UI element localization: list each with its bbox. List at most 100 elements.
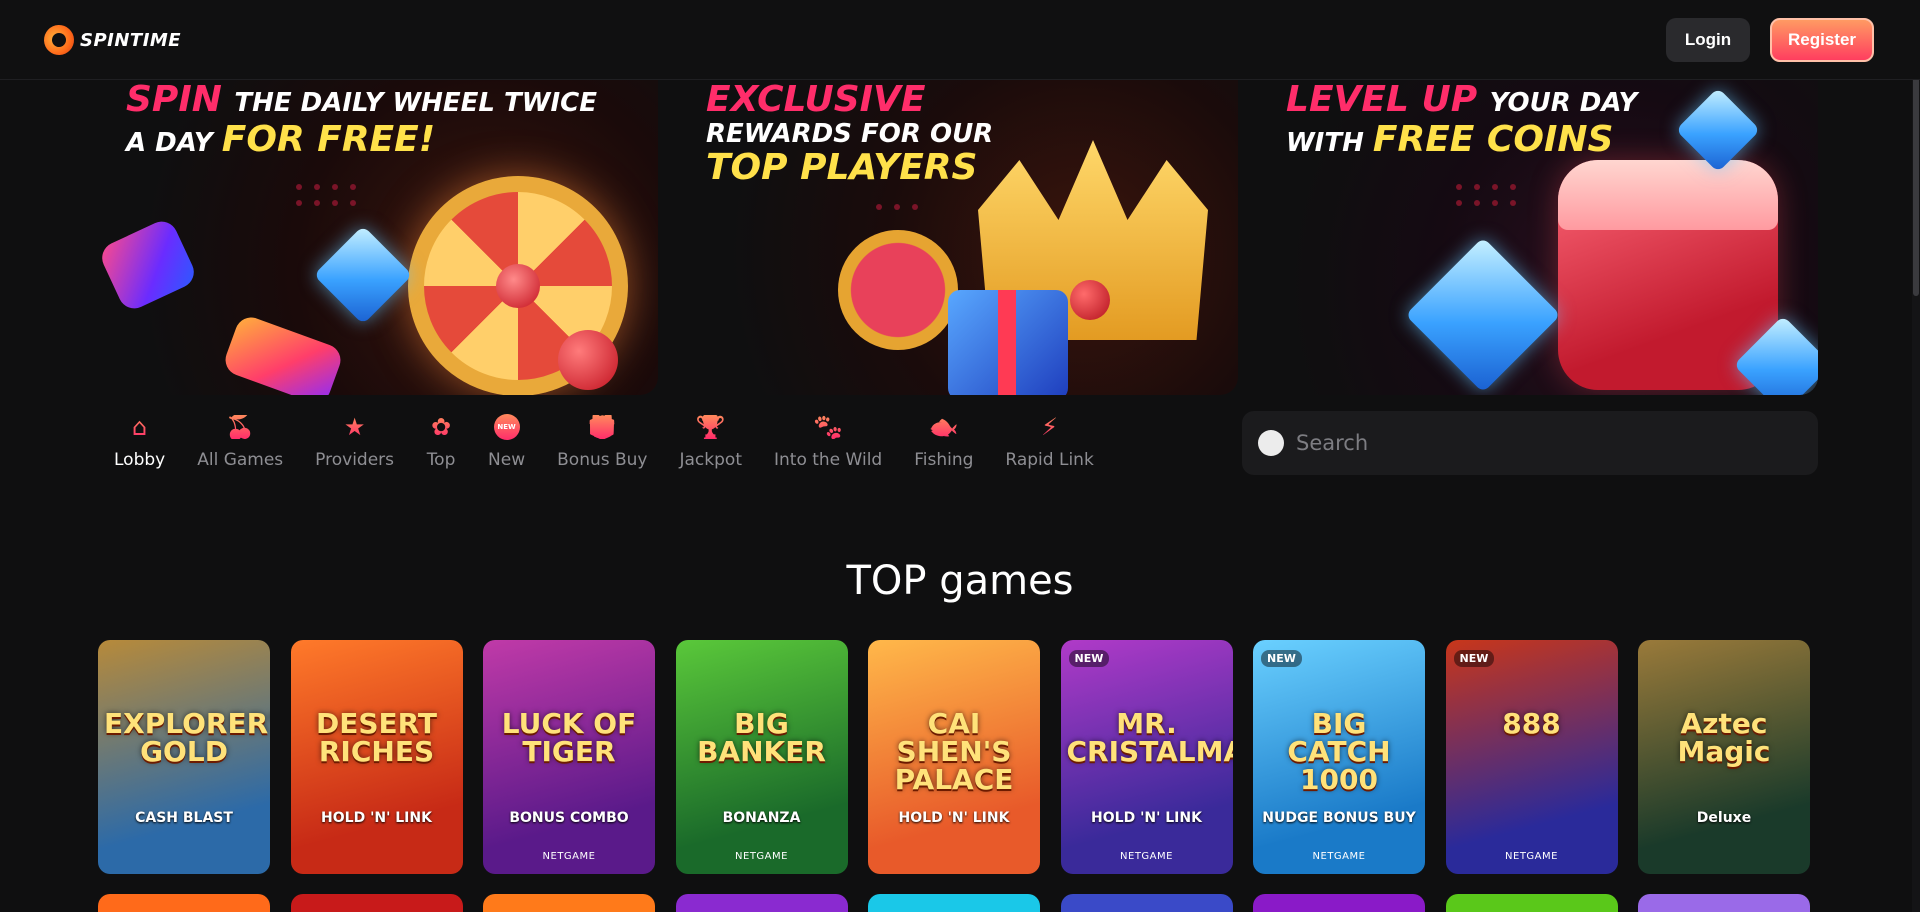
- game-card[interactable]: [1060, 894, 1233, 912]
- cherry-image: [558, 330, 618, 390]
- game-card[interactable]: [1638, 894, 1810, 912]
- banner-headline-line: WITH FREE COINS: [1286, 118, 1637, 160]
- login-button[interactable]: Login: [1666, 18, 1750, 62]
- game-title: 888: [1502, 707, 1561, 740]
- decor-dots: [296, 184, 356, 206]
- banner-headline-line: EXCLUSIVE: [706, 80, 993, 120]
- wheel-hub-image: [496, 264, 540, 308]
- banner-headline-text: WITH: [1286, 127, 1373, 158]
- game-title: BIG CATCH 1000: [1287, 707, 1391, 796]
- category-jackpot[interactable]: 🏆 Jackpot: [664, 408, 758, 474]
- search-bar[interactable]: [1242, 411, 1818, 475]
- game-title: Aztec Magic: [1677, 707, 1771, 768]
- category-glyph: ✿: [430, 413, 452, 441]
- scrollbar-track[interactable]: [1912, 0, 1920, 912]
- calendar-top-image: [1558, 160, 1778, 230]
- cherries-icon: 🍒: [225, 412, 255, 442]
- banner-headline-line: LEVEL UP YOUR DAY: [1286, 80, 1637, 120]
- star-icon: ★: [340, 412, 370, 442]
- game-card[interactable]: Aztec Magic Deluxe: [1638, 640, 1810, 874]
- category-top[interactable]: ✿ Top: [410, 408, 472, 474]
- banner-headline: SPIN THE DAILY WHEEL TWICE A DAY FOR FREE…: [126, 80, 597, 159]
- category-glyph: 🐾: [813, 413, 844, 441]
- category-into-the-wild[interactable]: 🐾 Into the Wild: [758, 408, 898, 474]
- game-provider: NETGAME: [735, 851, 788, 862]
- game-title: EXPLORER'S GOLD: [104, 707, 270, 768]
- diamond-image: [313, 225, 413, 325]
- banner-headline-line: A DAY FOR FREE!: [126, 119, 597, 160]
- category-label: Top: [426, 450, 456, 470]
- game-card[interactable]: LUCK OF TIGER BONUS COMBO NETGAME: [483, 640, 655, 874]
- game-provider: NETGAME: [1505, 851, 1558, 862]
- game-subtitle: HOLD 'N' LINK: [321, 810, 432, 826]
- promo-banner-top-players[interactable]: EXCLUSIVE REWARDS FOR OUR TOP PLAYERS: [678, 80, 1238, 395]
- category-lobby[interactable]: ⌂ Lobby: [98, 408, 181, 474]
- top-header: SPINTIME Login Register: [0, 0, 1920, 80]
- category-bonus-buy[interactable]: 🎁 Bonus Buy: [541, 408, 663, 474]
- game-subtitle: CASH BLAST: [135, 810, 233, 826]
- diamond-image: [1405, 237, 1561, 393]
- game-card[interactable]: [1445, 894, 1618, 912]
- category-label: All Games: [197, 450, 284, 470]
- category-glyph: 🏆: [695, 413, 726, 441]
- category-rapid-link[interactable]: ⚡ Rapid Link: [989, 408, 1109, 474]
- game-card[interactable]: 888 NETGAME NEW: [1445, 640, 1618, 874]
- category-label: Lobby: [114, 450, 166, 470]
- banner-headline-text: THE DAILY WHEEL TWICE: [234, 88, 597, 118]
- game-card[interactable]: [675, 894, 848, 912]
- category-label: Providers: [315, 450, 395, 470]
- new-badge-icon: NEW: [492, 412, 522, 442]
- watch-image: [838, 230, 958, 350]
- game-provider: NETGAME: [542, 851, 596, 862]
- promo-banner-daily-wheel[interactable]: SPIN THE DAILY WHEEL TWICE A DAY FOR FREE…: [98, 80, 658, 395]
- category-all-games[interactable]: 🍒 All Games: [181, 408, 299, 474]
- promo-banner-free-coins[interactable]: LEVEL UP YOUR DAY WITH FREE COINS: [1258, 80, 1818, 395]
- game-title: CAI SHEN'S PALACE: [894, 707, 1014, 796]
- game-provider: NETGAME: [1312, 851, 1366, 862]
- category-nav: ⌂ Lobby 🍒 All Games ★ Providers ✿ Top NEW New 🎁 Bon…: [98, 408, 1110, 474]
- banner-headline-text: REWARDS FOR OUR: [706, 118, 994, 149]
- banner-headline-text: FREE COINS: [1372, 118, 1614, 160]
- category-fishing[interactable]: 🐟 Fishing: [898, 408, 989, 474]
- banner-headline-text: EXCLUSIVE: [706, 80, 926, 120]
- banner-headline: EXCLUSIVE REWARDS FOR OUR TOP PLAYERS: [706, 80, 993, 188]
- category-glyph: ⚡: [1041, 413, 1059, 441]
- logo-text: SPINTIME: [80, 29, 182, 51]
- banner-headline-text: A DAY: [126, 127, 222, 158]
- new-badge: NEW: [1261, 650, 1302, 667]
- banner-headline-line: SPIN THE DAILY WHEEL TWICE: [126, 80, 597, 120]
- game-subtitle: NUDGE BONUS BUY: [1262, 810, 1416, 826]
- game-card[interactable]: EXPLORER'S GOLD CASH BLAST: [98, 640, 270, 874]
- game-card[interactable]: [290, 894, 463, 912]
- game-card[interactable]: [98, 894, 270, 912]
- game-card[interactable]: [868, 894, 1040, 912]
- category-new[interactable]: NEW New: [472, 408, 541, 474]
- game-card[interactable]: [1253, 894, 1425, 912]
- banner-headline: LEVEL UP YOUR DAY WITH FREE COINS: [1286, 80, 1637, 159]
- promo-banners: SPIN THE DAILY WHEEL TWICE A DAY FOR FREE…: [98, 80, 1818, 395]
- game-subtitle: BONANZA: [722, 810, 801, 826]
- banner-headline-line: REWARDS FOR OUR: [706, 118, 994, 149]
- category-glyph: ⌂: [131, 413, 148, 441]
- search-icon: [1258, 430, 1284, 456]
- category-providers[interactable]: ★ Providers: [299, 408, 410, 474]
- candy-image: [221, 312, 345, 395]
- game-card[interactable]: BIG BANKER BONANZA NETGAME: [675, 640, 848, 874]
- game-title: LUCK OF TIGER: [501, 707, 637, 768]
- category-label: Rapid Link: [1005, 450, 1094, 470]
- banner-headline-text: LEVEL UP: [1286, 80, 1490, 120]
- banner-headline-line: TOP PLAYERS: [706, 148, 993, 188]
- game-subtitle: HOLD 'N' LINK: [1091, 810, 1202, 826]
- game-card[interactable]: CAI SHEN'S PALACE HOLD 'N' LINK: [868, 640, 1040, 874]
- candy-image: [98, 216, 200, 314]
- search-input[interactable]: [1296, 423, 1796, 463]
- game-card[interactable]: MR. CRISTALMAN HOLD 'N' LINK NETGAME NEW: [1060, 640, 1233, 874]
- category-label: Jackpot: [679, 450, 742, 470]
- game-card[interactable]: DESERT RICHES HOLD 'N' LINK: [290, 640, 463, 874]
- register-button[interactable]: Register: [1770, 18, 1874, 62]
- category-glyph: 🎁: [587, 413, 618, 441]
- spintime-logo[interactable]: SPINTIME: [39, 20, 182, 60]
- ruby-image: [1070, 280, 1110, 320]
- game-card[interactable]: BIG CATCH 1000 NUDGE BONUS BUY NETGAME NEW: [1253, 640, 1425, 874]
- game-card[interactable]: [483, 894, 655, 912]
